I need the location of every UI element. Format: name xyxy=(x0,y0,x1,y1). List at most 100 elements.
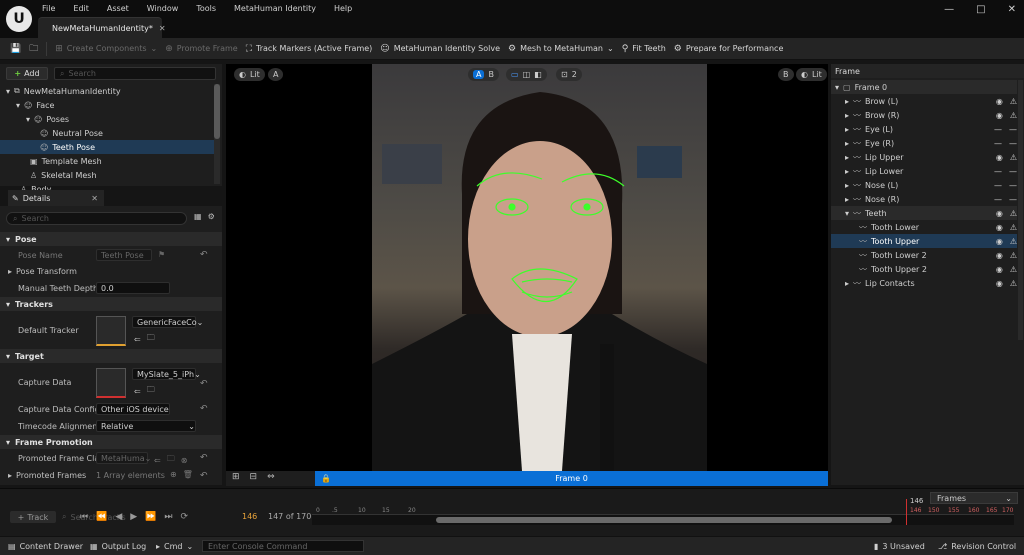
frame-tree-row[interactable]: ▸ 〰 Lip Lower — — xyxy=(831,164,1017,178)
unlock-dash-icon[interactable]: — xyxy=(1009,195,1017,204)
cmd-dropdown[interactable]: ▸ Cmd ⌄ xyxy=(156,542,193,551)
save-button[interactable]: 💾 xyxy=(10,44,21,54)
prepare-performance-button[interactable]: ⚙ Prepare for Performance xyxy=(674,44,784,54)
menu-help[interactable]: Help xyxy=(334,4,352,13)
expand-arrow-icon[interactable]: ▾ xyxy=(835,83,839,92)
split-view-icon[interactable]: ◫ xyxy=(523,70,531,79)
wipe-view-icon[interactable]: ◧ xyxy=(534,70,542,79)
frame-tree-row[interactable]: ▸ 〰 Eye (R) — — xyxy=(831,136,1017,150)
frame-panel-scrollbar[interactable] xyxy=(1018,80,1023,340)
expand-arrow-icon[interactable]: ▸ xyxy=(845,111,849,120)
expand-arrow-icon[interactable]: ▸ xyxy=(845,181,849,190)
frame-tree-row[interactable]: 〰 Tooth Upper 2 ◉ ⚠ xyxy=(831,262,1017,276)
eye-icon[interactable]: ◉ xyxy=(996,265,1003,274)
outliner-search-input[interactable]: ⌕ Search xyxy=(54,67,216,80)
playhead[interactable] xyxy=(906,499,907,525)
jump-start-icon[interactable]: ⏮ xyxy=(80,512,88,522)
browse-folder-icon[interactable]: 🗀 xyxy=(147,384,155,398)
frames-dropdown[interactable]: Frames ⌄ xyxy=(930,492,1018,504)
jump-end-icon[interactable]: ⏭ xyxy=(164,512,172,522)
frame-tree-row[interactable]: ▸ 〰 Nose (L) — — xyxy=(831,178,1017,192)
step-forward-icon[interactable]: ⏩ xyxy=(145,512,156,522)
section-frame-promotion[interactable]: ▾ Frame Promotion xyxy=(0,435,222,449)
frame-tree-row[interactable]: 〰 Tooth Lower 2 ◉ ⚠ xyxy=(831,248,1017,262)
eye-icon[interactable]: ◉ xyxy=(996,209,1003,218)
frame-lock-icon[interactable]: 🔒 xyxy=(321,474,331,483)
outliner-item[interactable]: ☺ Neutral Pose xyxy=(0,126,214,140)
pose-transform-row[interactable]: ▸ Pose Transform xyxy=(8,267,77,276)
outliner-scrollbar[interactable] xyxy=(214,84,220,184)
close-button[interactable]: ✕ xyxy=(1008,4,1016,15)
use-selected-icon[interactable]: ⇐ xyxy=(134,335,141,344)
outliner-item[interactable]: ♙ Skeletal Mesh xyxy=(0,168,214,182)
add-element-icon[interactable]: ⊕ xyxy=(170,470,177,479)
frame-tree-row[interactable]: ▾ ▢ Frame 0 xyxy=(831,80,1017,94)
outliner-item[interactable]: ☺ Teeth Pose xyxy=(0,140,214,154)
output-log-button[interactable]: ▦ Output Log xyxy=(90,542,146,551)
lock-icon[interactable]: ⚠ xyxy=(1010,265,1017,274)
timecode-dropdown[interactable]: Relative ⌄ xyxy=(96,420,196,432)
menu-window[interactable]: Window xyxy=(147,4,179,13)
content-drawer-button[interactable]: ▤ Content Drawer xyxy=(8,542,83,551)
menu-edit[interactable]: Edit xyxy=(73,4,89,13)
details-tab[interactable]: ✎ Details ✕ xyxy=(8,190,104,206)
browse-folder-icon[interactable]: 🗀 xyxy=(147,332,155,346)
view-b-toggle[interactable]: B xyxy=(488,70,494,79)
default-tracker-dropdown[interactable]: GenericFaceCo ⌄ xyxy=(132,316,203,328)
expand-arrow-icon[interactable]: ▸ xyxy=(845,97,849,106)
unsaved-button[interactable]: ▮ 3 Unsaved xyxy=(874,542,925,551)
play-icon[interactable]: ▶ xyxy=(130,512,137,522)
unlock-dash-icon[interactable]: — xyxy=(1009,181,1017,190)
lock-icon[interactable]: ⚠ xyxy=(1010,251,1017,260)
frame-tree-row[interactable]: ▸ 〰 Lip Upper ◉ ⚠ xyxy=(831,150,1017,164)
reset-arrow-icon[interactable]: ↶ xyxy=(200,453,208,463)
frame-tree-row[interactable]: 〰 Tooth Upper ◉ ⚠ xyxy=(831,234,1017,248)
expand-arrow-icon[interactable]: ▾ xyxy=(16,101,20,110)
expand-arrow-icon[interactable]: ▾ xyxy=(845,209,849,218)
view-a-badge[interactable]: A xyxy=(268,68,284,81)
unreal-logo-icon[interactable]: U xyxy=(6,6,32,32)
eye-icon[interactable]: ◉ xyxy=(996,153,1003,162)
minimize-button[interactable]: — xyxy=(944,4,954,15)
create-components-button[interactable]: ⊞ Create Components ⌄ xyxy=(55,44,157,54)
capture-data-dropdown[interactable]: MySlate_5_iPh ⌄ xyxy=(132,368,201,380)
frame-indicator-bar[interactable]: 🔒 Frame 0 xyxy=(315,471,828,486)
browse-asset-button[interactable]: 🗀 xyxy=(29,41,38,57)
play-reverse-icon[interactable]: ◀ xyxy=(115,512,122,522)
close-tab-icon[interactable]: ✕ xyxy=(91,194,98,203)
eye-icon[interactable]: ◉ xyxy=(996,237,1003,246)
lock-icon[interactable]: ⚠ xyxy=(1010,111,1017,120)
camera-count[interactable]: ⊡ 2 xyxy=(556,68,582,81)
hidden-dash-icon[interactable]: — xyxy=(994,167,1002,176)
frame-tree-row[interactable]: ▸ 〰 Eye (L) — — xyxy=(831,122,1017,136)
step-back-icon[interactable]: ⏪ xyxy=(96,512,107,522)
expand-arrow-icon[interactable]: ▾ xyxy=(6,87,10,96)
hidden-dash-icon[interactable]: — xyxy=(994,139,1002,148)
section-pose[interactable]: ▾ Pose xyxy=(0,232,222,246)
unlock-dash-icon[interactable]: — xyxy=(1009,167,1017,176)
eye-icon[interactable]: ◉ xyxy=(996,223,1003,232)
revision-control-button[interactable]: ⎇ Revision Control xyxy=(938,542,1016,551)
expand-arrow-icon[interactable]: ▸ xyxy=(845,139,849,148)
reset-arrow-icon[interactable]: ↶ xyxy=(200,471,208,481)
outliner-item[interactable]: ▾ ⧉ NewMetaHumanIdentity xyxy=(0,84,214,98)
expand-arrow-icon[interactable]: ▸ xyxy=(845,167,849,176)
outliner-item[interactable]: ▾ ☺ Poses xyxy=(0,112,214,126)
add-component-button[interactable]: + Add xyxy=(6,67,48,80)
single-view-icon[interactable]: ▭ xyxy=(511,70,519,79)
delete-icon[interactable]: 🗑 xyxy=(183,470,193,479)
expand-arrow-icon[interactable]: ▾ xyxy=(26,115,30,124)
track-markers-button[interactable]: ⛶ Track Markers (Active Frame) xyxy=(246,44,373,54)
lock-icon[interactable]: ⚠ xyxy=(1010,237,1017,246)
table-view-icon[interactable]: ▦ xyxy=(194,212,202,221)
add-track-button[interactable]: + Track xyxy=(10,511,56,523)
reset-arrow-icon[interactable]: ↶ xyxy=(200,250,208,260)
outliner-item[interactable]: ▾ ☺ Face xyxy=(0,98,214,112)
hidden-dash-icon[interactable]: — xyxy=(994,181,1002,190)
unlock-dash-icon[interactable]: — xyxy=(1009,125,1017,134)
frame-tree-row[interactable]: ▸ 〰 Lip Contacts ◉ ⚠ xyxy=(831,276,1017,290)
camera-move-icon[interactable]: ⇔ xyxy=(267,472,275,482)
lock-icon[interactable]: ⚠ xyxy=(1010,153,1017,162)
close-tab-icon[interactable]: ✕ xyxy=(159,24,166,33)
mesh-to-metahuman-button[interactable]: ⚙ Mesh to MetaHuman ⌄ xyxy=(508,44,614,54)
